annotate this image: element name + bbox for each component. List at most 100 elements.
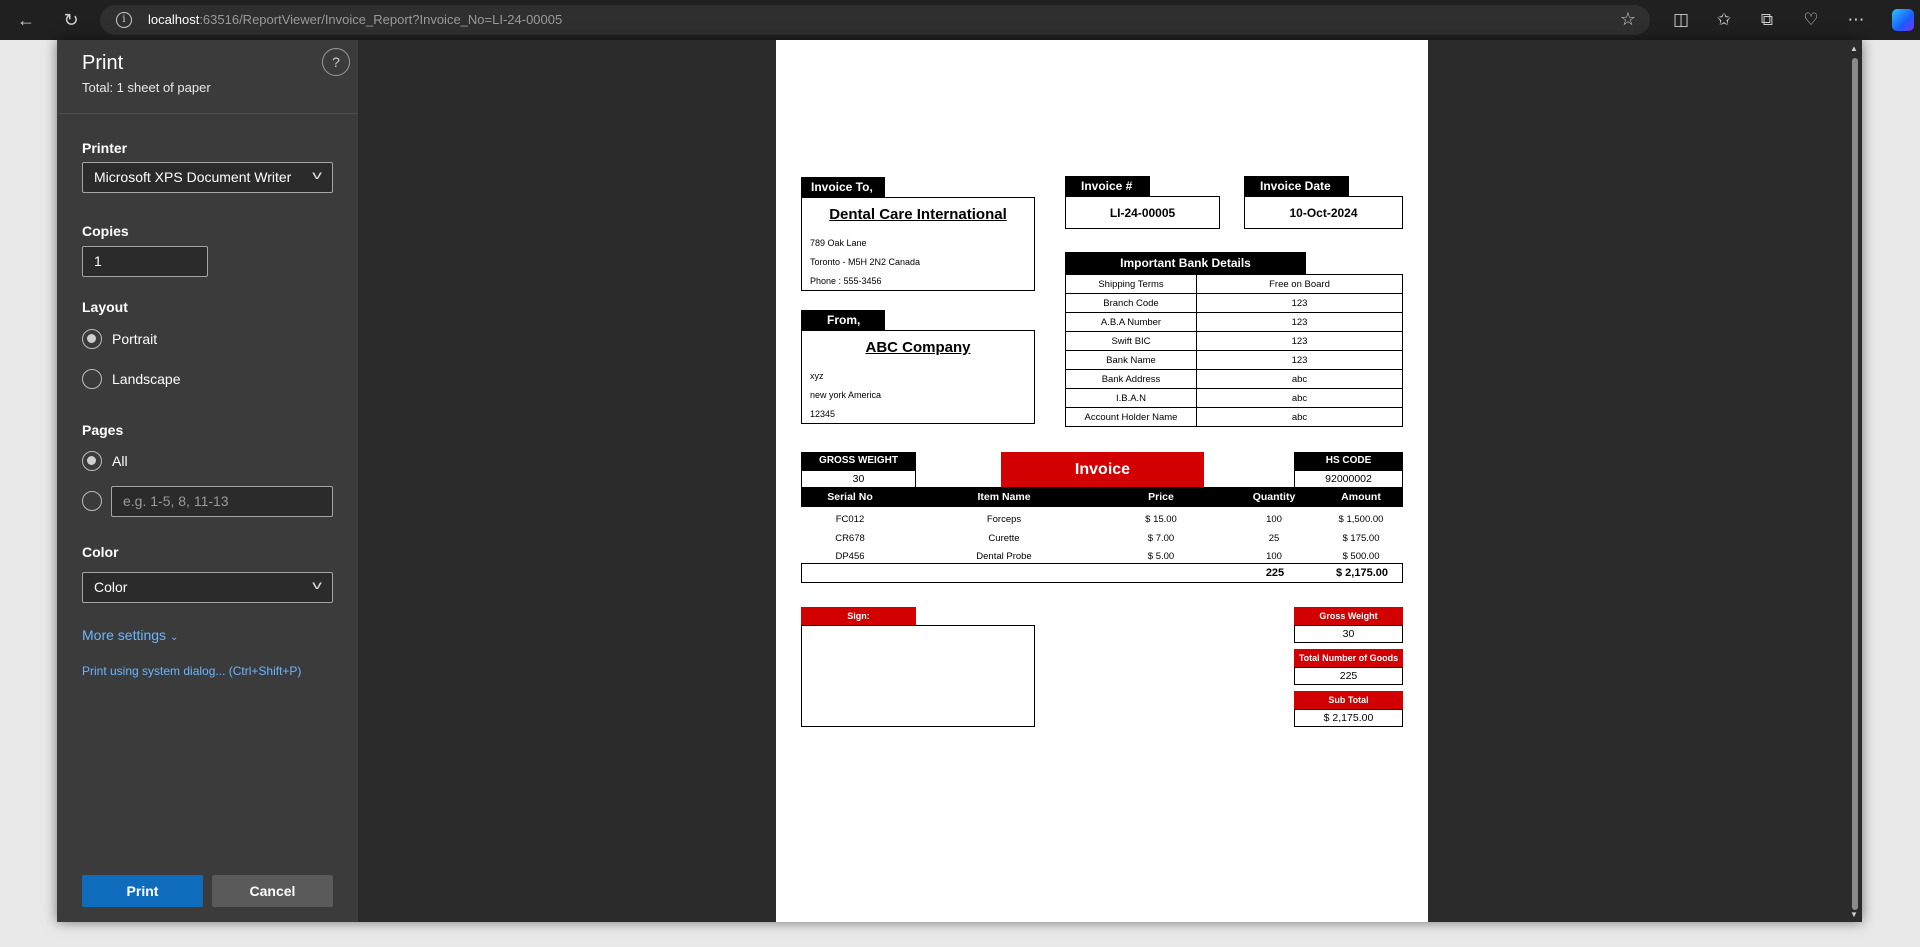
item-name: Forceps: [986, 514, 1022, 525]
bank-row: Branch Code 123: [1065, 293, 1403, 313]
invoice-number: LI-24-00005: [1109, 206, 1176, 220]
from-company-name: ABC Company: [865, 339, 971, 356]
bank-field-value: Free on Board: [1196, 274, 1403, 294]
summary-goods: 225: [1294, 667, 1403, 685]
address-bar[interactable]: i localhost:63516/ReportViewer/Invoice_R…: [100, 5, 1650, 35]
total-amount: $ 2,175.00: [1336, 567, 1388, 579]
bank-row: I.B.A.N abc: [1065, 388, 1403, 408]
item-serial: CR678: [835, 532, 865, 544]
item-name: Dental Probe: [976, 551, 1032, 562]
print-button[interactable]: Print: [82, 875, 203, 907]
color-label: Color: [82, 544, 119, 560]
bank-field-name: Account Holder Name: [1065, 407, 1197, 427]
refresh-icon[interactable]: ↻: [59, 8, 83, 32]
item-serial: DP456: [835, 551, 865, 562]
bank-field-name: Shipping Terms: [1065, 274, 1197, 294]
split-screen-icon[interactable]: ◫: [1670, 9, 1692, 31]
system-dialog-link[interactable]: Print using system dialog... (Ctrl+Shift…: [82, 664, 301, 678]
from-box: ABC Company xyz new york America 12345: [801, 330, 1035, 424]
bank-row: Account Holder Name abc: [1065, 407, 1403, 427]
bank-row: A.B.A Number 123: [1065, 312, 1403, 332]
divider: [57, 113, 358, 114]
column-header: Serial No: [827, 491, 873, 503]
invoice-number-box: LI-24-00005: [1065, 196, 1220, 229]
more-menu-icon[interactable]: ⋯: [1845, 9, 1867, 31]
printer-value: Microsoft XPS Document Writer: [94, 169, 292, 185]
copies-label: Copies: [82, 223, 129, 239]
scroll-down-arrow-icon[interactable]: ▼: [1850, 910, 1858, 919]
portrait-radio[interactable]: [82, 329, 102, 349]
invoice-date-box: 10-Oct-2024: [1244, 196, 1403, 229]
bank-field-value: 123: [1196, 293, 1403, 313]
pages-all-radio[interactable]: [82, 451, 102, 471]
column-header: Price: [1148, 491, 1174, 503]
table-row: CR678 Curette $ 7.00 25 $ 175.00: [801, 530, 1403, 548]
copies-input[interactable]: 1: [82, 246, 208, 277]
favorites-icon[interactable]: ✩: [1713, 9, 1735, 31]
to-company-name: Dental Care International: [829, 206, 1007, 223]
chevron-down-icon: v: [312, 168, 322, 182]
layout-label: Layout: [82, 299, 128, 315]
item-serial: FC012: [835, 514, 865, 525]
more-settings-link[interactable]: More settings ⌄: [82, 627, 178, 643]
landscape-radio[interactable]: [82, 369, 102, 389]
hs-code-value: 92000002: [1294, 470, 1403, 488]
pages-custom-radio[interactable]: [82, 491, 102, 511]
invoice-page: Invoice To, Dental Care International 78…: [776, 40, 1428, 922]
copilot-icon[interactable]: [1892, 9, 1914, 31]
scrollbar-thumb[interactable]: [1852, 58, 1858, 910]
url-text[interactable]: localhost:63516/ReportViewer/Invoice_Rep…: [148, 12, 562, 27]
back-icon[interactable]: ←: [14, 8, 38, 32]
help-icon[interactable]: ?: [322, 48, 350, 76]
summary-subtotal: $ 2,175.00: [1294, 709, 1403, 727]
from-label: From,: [801, 310, 885, 330]
to-address-line: Toronto - M5H 2N2 Canada: [810, 257, 921, 267]
summary-goods-label: Total Number of Goods: [1294, 649, 1403, 667]
browser-toolbar: ← ↻ i localhost:63516/ReportViewer/Invoi…: [0, 0, 1920, 40]
sheet-count: Total: 1 sheet of paper: [82, 80, 211, 95]
bank-field-value: abc: [1196, 369, 1403, 389]
portrait-label[interactable]: Portrait: [112, 331, 157, 347]
item-amount: $ 500.00: [1342, 551, 1380, 562]
bank-field-value: 123: [1196, 312, 1403, 332]
browser-essentials-icon[interactable]: ♡: [1800, 9, 1822, 31]
from-address-line: xyz: [810, 371, 824, 381]
invoice-date: 10-Oct-2024: [1289, 206, 1358, 220]
bank-row: Shipping Terms Free on Board: [1065, 274, 1403, 294]
signature-box: [801, 625, 1035, 727]
bank-field-value: abc: [1196, 407, 1403, 427]
from-address-line: new york America: [810, 390, 882, 400]
item-amount: $ 175.00: [1342, 532, 1380, 544]
invoice-to-label: Invoice To,: [801, 177, 885, 197]
bank-row: Swift BIC 123: [1065, 331, 1403, 351]
invoice-title: Invoice: [1001, 452, 1204, 488]
scroll-up-arrow-icon[interactable]: ▲: [1850, 44, 1858, 53]
to-address-line: 789 Oak Lane: [810, 238, 867, 248]
item-name: Curette: [988, 532, 1020, 544]
printer-select[interactable]: Microsoft XPS Document Writer v: [82, 162, 333, 193]
collections-icon[interactable]: ⧉: [1756, 9, 1778, 31]
bank-field-name: Branch Code: [1065, 293, 1197, 313]
bank-field-name: Swift BIC: [1065, 331, 1197, 351]
summary-gross-weight-label: Gross Weight: [1294, 607, 1403, 625]
color-value: Color: [94, 579, 128, 595]
bank-field-name: Bank Address: [1065, 369, 1197, 389]
item-price: $ 7.00: [1147, 532, 1175, 544]
bank-field-name: Bank Name: [1065, 350, 1197, 370]
bank-details-title: Important Bank Details: [1065, 252, 1306, 274]
bank-field-name: I.B.A.N: [1065, 388, 1197, 408]
invoice-to-box: Dental Care International 789 Oak Lane T…: [801, 197, 1035, 291]
print-settings-panel: Print Total: 1 sheet of paper ? Printer …: [57, 40, 358, 922]
items-table-header: Serial No Item Name Price Quantity Amoun…: [801, 487, 1403, 507]
site-info-icon[interactable]: i: [116, 12, 132, 28]
favorite-star-icon[interactable]: ☆: [1620, 9, 1636, 30]
table-row: FC012 Forceps $ 15.00 100 $ 1,500.00: [801, 511, 1403, 529]
bank-field-name: A.B.A Number: [1065, 312, 1197, 332]
pages-range-input[interactable]: e.g. 1-5, 8, 11-13: [111, 486, 333, 517]
landscape-label[interactable]: Landscape: [112, 371, 181, 387]
color-select[interactable]: Color v: [82, 572, 333, 603]
hs-code-label: HS CODE: [1294, 452, 1403, 470]
cancel-button[interactable]: Cancel: [212, 875, 333, 907]
pages-all-label[interactable]: All: [112, 453, 128, 469]
bank-row: Bank Name 123: [1065, 350, 1403, 370]
